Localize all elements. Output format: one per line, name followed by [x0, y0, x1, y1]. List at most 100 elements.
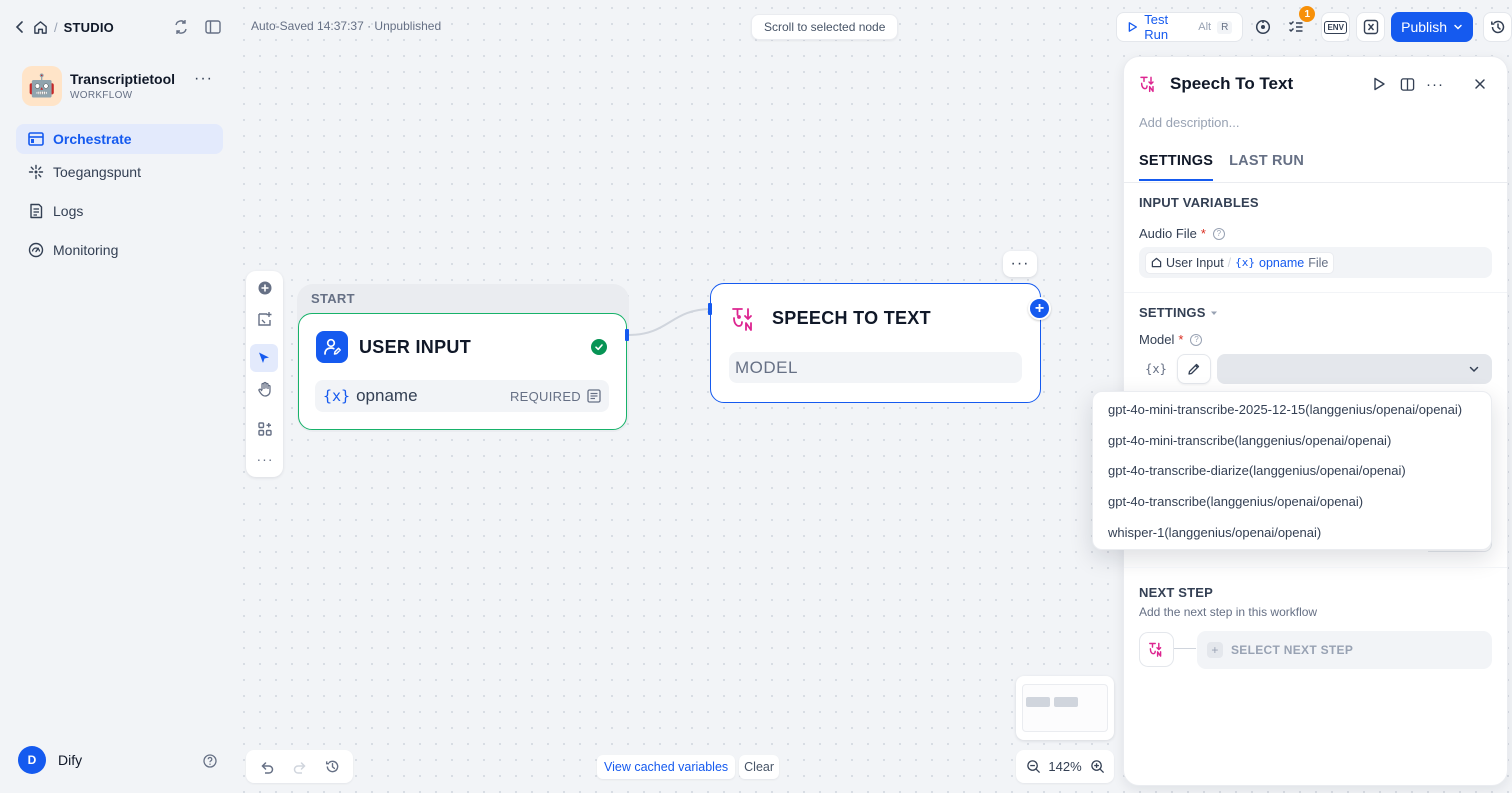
help-icon[interactable] — [201, 752, 219, 770]
audio-source: User Input — [1166, 255, 1224, 270]
canvas-tool-palette: ··· — [246, 271, 283, 477]
panel-title[interactable]: Speech To Text — [1170, 74, 1293, 94]
pencil-icon — [1188, 363, 1200, 375]
split-view-icon[interactable] — [1398, 75, 1416, 93]
description-input[interactable]: Add description... — [1139, 115, 1239, 130]
model-option[interactable]: gpt-4o-transcribe(langgenius/openai/open… — [1093, 486, 1491, 517]
version-history-button[interactable] — [1483, 12, 1512, 42]
audio-file-selector[interactable]: User Input / {x} opname File — [1139, 247, 1492, 278]
pointer-icon[interactable] — [250, 344, 278, 372]
conversation-variables-button[interactable] — [1356, 12, 1386, 42]
history-eye-icon — [1255, 19, 1270, 35]
speech-to-text-node[interactable] — [710, 283, 1041, 403]
input-handle[interactable] — [708, 303, 712, 315]
app-type: WORKFLOW — [70, 90, 133, 101]
settings-section-toggle[interactable]: SETTINGS — [1139, 305, 1218, 320]
checklist-button[interactable]: 1 — [1282, 6, 1316, 42]
output-handle[interactable] — [625, 329, 629, 341]
audio-variable-type: File — [1308, 255, 1329, 270]
info-icon[interactable]: ? — [1212, 227, 1225, 240]
robot-icon: 🤖 — [22, 66, 62, 106]
variable-mode-button[interactable]: {x} — [1139, 354, 1173, 384]
user-input-title: USER INPUT — [359, 337, 472, 357]
audio-file-label-text: Audio File — [1139, 226, 1197, 241]
model-option[interactable]: gpt-4o-transcribe-diarize(langgenius/ope… — [1093, 456, 1491, 487]
collapse-sidebar-icon[interactable] — [204, 18, 222, 36]
add-node-icon[interactable] — [255, 278, 275, 298]
logs-icon — [30, 203, 43, 219]
clear-cache-button[interactable]: Clear — [739, 755, 780, 779]
test-run-label: Test Run — [1144, 12, 1169, 42]
model-option[interactable]: whisper-1(langgenius/openai/openai) — [1093, 517, 1491, 548]
zoom-in-icon[interactable] — [1088, 758, 1106, 776]
run-node-icon[interactable] — [1370, 75, 1388, 93]
shortcut-key: R — [1217, 20, 1233, 34]
panel-actions: ··· — [1370, 75, 1444, 93]
breadcrumb-studio[interactable]: STUDIO — [64, 20, 114, 35]
text-field-icon — [587, 389, 601, 403]
checklist-badge: 1 — [1299, 6, 1316, 22]
minimap-node — [1054, 697, 1078, 707]
minimap[interactable] — [1016, 676, 1114, 740]
model-dropdown: gpt-4o-mini-transcribe-2025-12-15(langge… — [1092, 391, 1492, 550]
history-icon[interactable] — [324, 758, 342, 776]
required-marker: * — [1200, 226, 1206, 241]
redo-icon[interactable] — [291, 758, 309, 776]
select-next-step-button[interactable]: + SELECT NEXT STEP — [1197, 631, 1492, 669]
tab-settings[interactable]: SETTINGS — [1139, 153, 1214, 181]
publish-label: Publish — [1401, 19, 1448, 35]
info-icon[interactable]: ? — [1190, 333, 1203, 346]
sidebar-item-orchestrate[interactable]: Orchestrate — [16, 124, 223, 154]
node-more-button[interactable]: ··· — [1003, 251, 1037, 277]
view-cached-variables-button[interactable]: View cached variables — [597, 755, 736, 779]
caret-down-icon — [1210, 311, 1217, 315]
zoom-out-icon[interactable] — [1024, 758, 1042, 776]
tab-last-run[interactable]: LAST RUN — [1229, 153, 1304, 181]
scroll-to-selected-button[interactable]: Scroll to selected node — [751, 14, 899, 40]
run-history-button[interactable] — [1249, 12, 1276, 42]
model-select[interactable] — [1217, 354, 1492, 384]
cached-variables-bar: View cached variables Clear — [597, 755, 780, 779]
more-tools-icon[interactable]: ··· — [255, 449, 275, 469]
sidebar-item-monitoring[interactable]: Monitoring — [16, 235, 223, 265]
section-divider — [1124, 292, 1507, 293]
sidebar-tools — [172, 18, 222, 36]
start-group-label: START — [311, 291, 355, 306]
hand-icon[interactable] — [255, 379, 275, 399]
env-variables-button[interactable]: ENV — [1321, 12, 1351, 42]
switch-icon[interactable] — [172, 18, 190, 36]
edge-connector — [627, 308, 713, 336]
sidebar-item-toegangspunt[interactable]: Toegangspunt — [16, 157, 223, 187]
home-icon[interactable] — [32, 18, 48, 36]
speech-to-text-icon — [1140, 76, 1154, 93]
zoom-level[interactable]: 142% — [1048, 759, 1081, 774]
close-icon[interactable] — [1471, 75, 1489, 93]
section-divider — [1124, 567, 1507, 568]
sidebar — [0, 0, 236, 793]
model-option[interactable]: gpt-4o-mini-transcribe(langgenius/openai… — [1093, 425, 1491, 456]
history-icon — [1490, 20, 1504, 34]
undo-redo-group — [246, 750, 353, 783]
chevron-left-icon[interactable] — [14, 18, 26, 36]
panel-tabs: SETTINGS LAST RUN — [1139, 153, 1304, 181]
add-note-icon[interactable] — [255, 309, 275, 329]
add-next-node-button[interactable]: + — [1028, 297, 1051, 320]
sidebar-item-logs[interactable]: Logs — [16, 196, 223, 226]
test-run-button[interactable]: Test Run Alt R — [1116, 12, 1244, 42]
sidebar-item-label: Orchestrate — [53, 131, 132, 147]
organize-blocks-icon[interactable] — [255, 419, 275, 439]
publish-button[interactable]: Publish — [1391, 12, 1474, 42]
shortcut-mod: Alt — [1198, 21, 1212, 33]
model-option[interactable]: gpt-4o-mini-transcribe-2025-12-15(langge… — [1093, 394, 1491, 425]
app-more-icon[interactable]: ··· — [194, 70, 213, 88]
constant-mode-button[interactable] — [1177, 354, 1211, 384]
more-icon[interactable]: ··· — [1426, 75, 1444, 93]
user-account[interactable]: D Dify — [18, 746, 82, 774]
sidebar-item-label: Monitoring — [53, 242, 119, 258]
user-input-node[interactable] — [298, 313, 627, 430]
undo-icon[interactable] — [258, 758, 276, 776]
model-label: Model * ? — [1139, 332, 1203, 347]
next-step-connector — [1174, 648, 1196, 649]
app-card[interactable]: 🤖 Transcriptietool WORKFLOW — [22, 66, 222, 106]
play-icon — [1128, 22, 1138, 32]
